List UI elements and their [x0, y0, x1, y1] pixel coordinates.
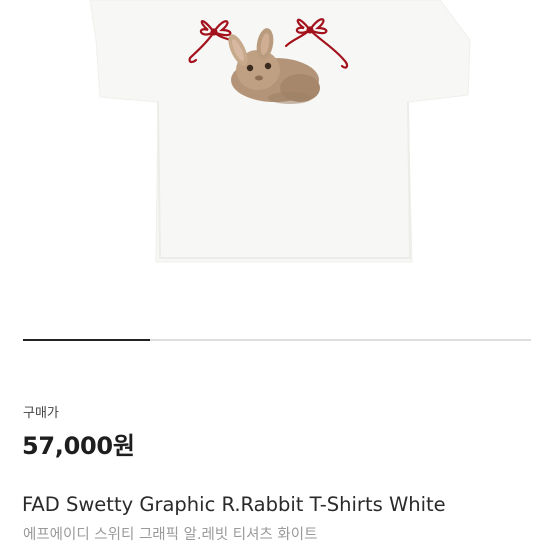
product-image[interactable]: [0, 0, 554, 340]
product-name-english: FAD Swetty Graphic R.Rabbit T-Shirts Whi…: [22, 493, 446, 516]
purchase-price-label: 구매가: [23, 406, 59, 421]
product-info: 구매가 57,000원 FAD Swetty Graphic R.Rabbit …: [0, 366, 554, 554]
tshirt-shape: [89, 0, 471, 263]
product-name-korean: 에프에이디 스위티 그래픽 알.레빗 티셔츠 화이트: [23, 527, 318, 543]
image-carousel-indicator-active: [23, 339, 150, 341]
purchase-price: 57,000원: [22, 432, 135, 460]
image-carousel-indicator: [23, 339, 531, 341]
